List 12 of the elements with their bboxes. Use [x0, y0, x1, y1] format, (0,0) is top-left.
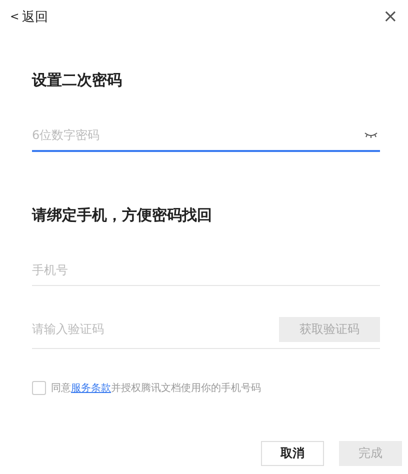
- code-field[interactable]: 请输入验证码: [32, 310, 271, 349]
- terms-link[interactable]: 服务条款: [71, 383, 111, 394]
- section-title: 请绑定手机，方便密码找回: [32, 206, 213, 225]
- agreement-text: 同意服务条款并授权腾讯文档使用你的手机号码: [51, 382, 261, 395]
- cancel-button[interactable]: 取消: [261, 441, 324, 466]
- password-field[interactable]: 6位数字密码: [32, 120, 380, 152]
- back-button[interactable]: < 返回: [10, 8, 48, 26]
- close-button[interactable]: ×: [382, 6, 398, 27]
- phone-field[interactable]: 手机号: [32, 255, 380, 286]
- closed-eye-icon[interactable]: [364, 132, 378, 138]
- section-title: 设置二次密码: [32, 71, 123, 90]
- agree-checkbox[interactable]: [32, 381, 46, 395]
